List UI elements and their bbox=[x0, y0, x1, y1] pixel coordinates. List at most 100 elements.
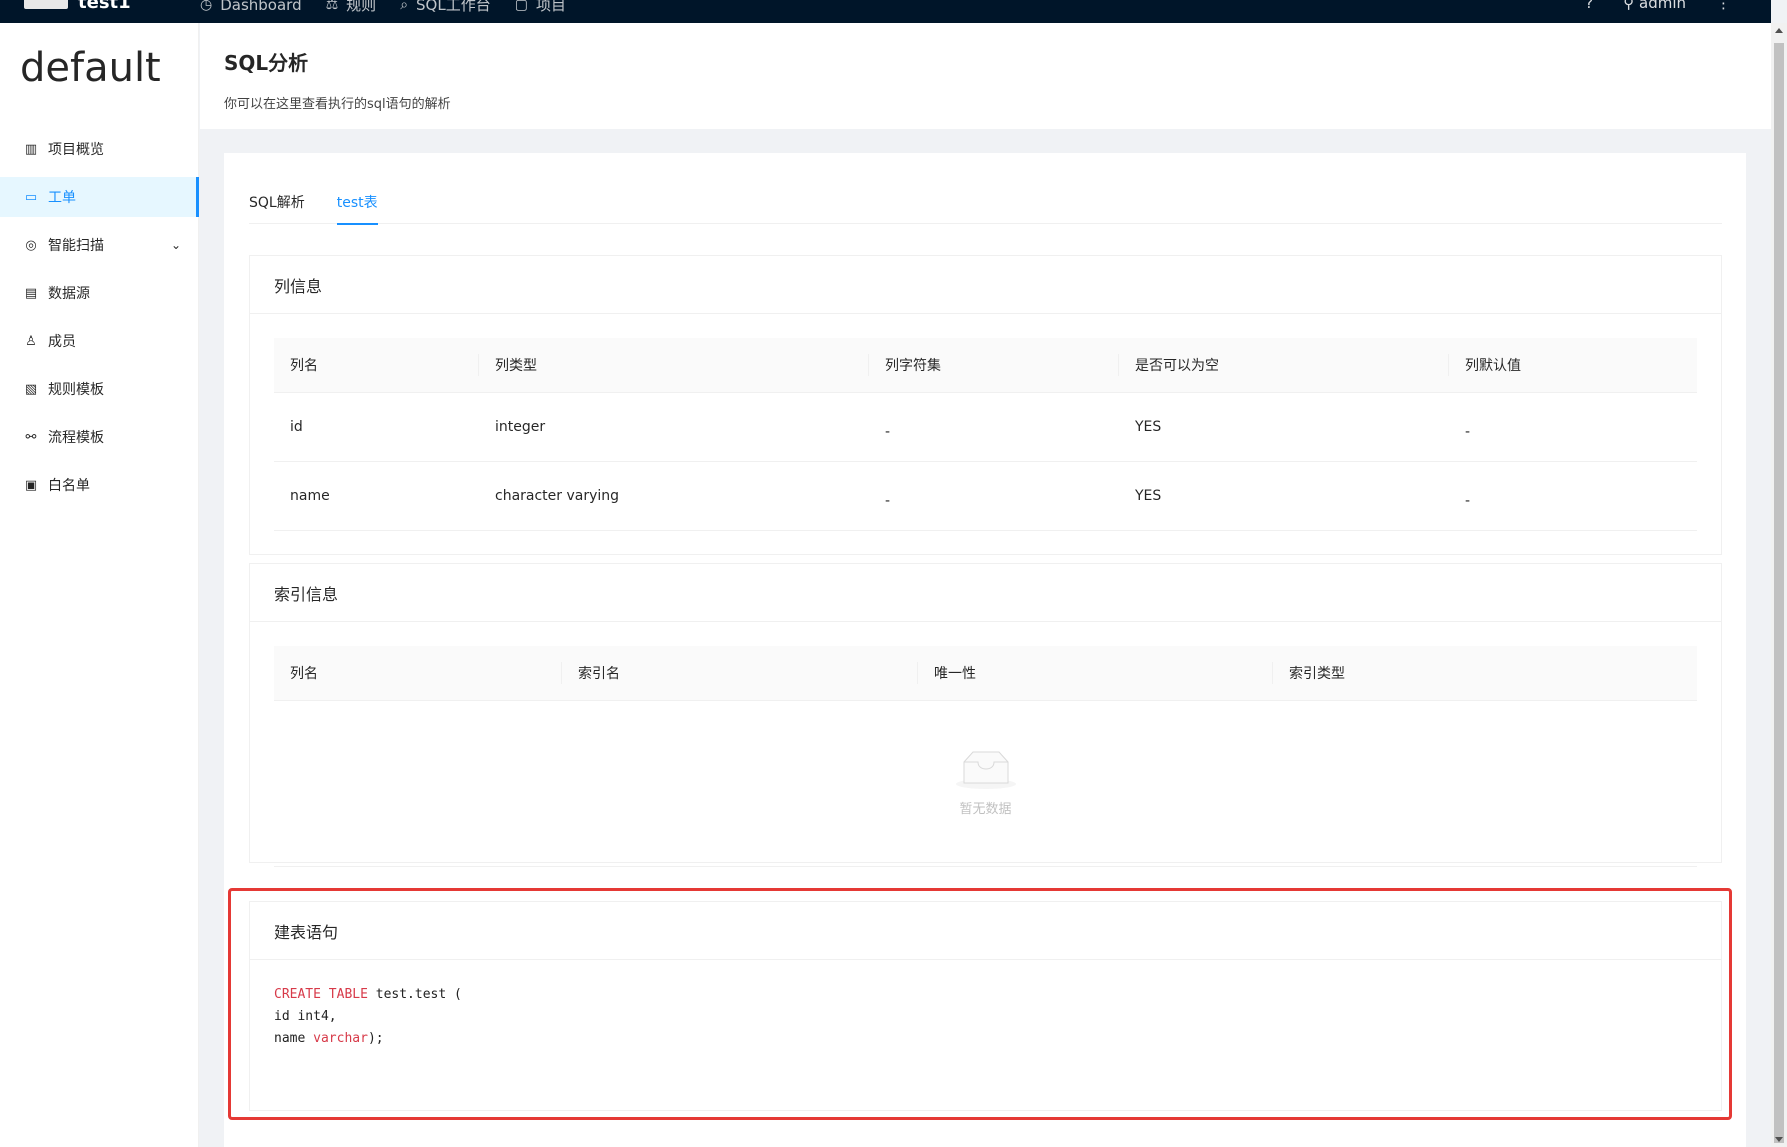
topnav-item-0[interactable]: ◷ Dashboard bbox=[200, 0, 302, 15]
topnav-item-1[interactable]: ⚖ 规则 bbox=[326, 0, 377, 15]
column-header: 列名 bbox=[274, 338, 479, 393]
table-cell: - bbox=[869, 461, 1119, 531]
index-header: 索引名 bbox=[562, 646, 918, 701]
tab-1[interactable]: test表 bbox=[336, 183, 378, 225]
empty-state: 暂无数据 bbox=[274, 701, 1697, 867]
chevron-down-icon[interactable]: ⌄ bbox=[171, 238, 181, 252]
workflow-template-icon: ⚯ bbox=[25, 429, 37, 445]
table-row: id integer - YES - bbox=[274, 392, 1697, 462]
table-cell: name bbox=[274, 461, 479, 531]
user-menu[interactable]: ⚲ admin bbox=[1623, 0, 1686, 12]
table-cell: - bbox=[1449, 392, 1697, 462]
sidebar-item-label: 流程模板 bbox=[48, 430, 104, 446]
brand[interactable]: test1 bbox=[24, 0, 131, 13]
sidebar-item-label: 智能扫描 bbox=[48, 238, 104, 254]
project-name: default bbox=[20, 45, 161, 91]
column-header: 是否可以为空 bbox=[1119, 338, 1449, 393]
more-icon[interactable]: ⋮ bbox=[1716, 0, 1731, 12]
ddl-code-block: CREATE TABLE test.test ( id int4, name var… bbox=[274, 984, 1697, 1050]
sidebar: default ▥ 项目概览 ▭ 工单 ◎ 智能扫描 ⌄ ▤ 数据源 ♙ 成员 ▧ 规则模板 ⚯ 流程模板 ▣… bbox=[0, 23, 199, 1147]
dashboard-icon: ◷ bbox=[200, 0, 213, 13]
sidebar-item-label: 成员 bbox=[48, 334, 76, 350]
column-info-title: 列信息 bbox=[250, 256, 1721, 314]
index-info-section: 索引信息 列名 索引名 唯一性 索引类型 暂无数据 bbox=[249, 563, 1722, 867]
sidebar-item-label: 工单 bbox=[48, 190, 76, 206]
column-header: 列默认值 bbox=[1449, 338, 1697, 393]
code-line: name varchar); bbox=[274, 1028, 1697, 1050]
tab-0[interactable]: SQL解析 bbox=[249, 183, 305, 224]
empty-text: 暂无数据 bbox=[959, 802, 1012, 817]
tab-bar: SQL解析 test表 bbox=[249, 183, 1722, 225]
username: admin bbox=[1639, 0, 1686, 12]
page-title: SQL分析 bbox=[224, 51, 309, 75]
page-scrollbar[interactable] bbox=[1771, 23, 1787, 1147]
table-cell: integer bbox=[479, 392, 869, 462]
sidebar-item-2[interactable]: ◎ 智能扫描 ⌄ bbox=[0, 225, 199, 265]
topnav-label: 项目 bbox=[535, 0, 566, 14]
index-header: 索引类型 bbox=[1273, 646, 1697, 701]
table-cell: YES bbox=[1119, 461, 1449, 531]
table-cell: - bbox=[1449, 461, 1697, 531]
page-header: SQL分析 你可以在这里查看执行的sql语句的解析 bbox=[200, 23, 1771, 129]
rule-template-icon: ▧ bbox=[24, 381, 38, 397]
index-info-title: 索引信息 bbox=[250, 564, 1721, 622]
table-cell: YES bbox=[1119, 392, 1449, 462]
sidebar-item-label: 白名单 bbox=[48, 478, 90, 494]
table-cell: - bbox=[869, 392, 1119, 462]
top-nav: ◷ Dashboard ⚖ 规则 ⌕ SQL工作台 ▢ 项目 bbox=[200, 0, 566, 15]
scroll-up-arrow-icon[interactable] bbox=[1775, 28, 1783, 33]
topnav-label: Dashboard bbox=[220, 0, 302, 14]
brand-name: test1 bbox=[78, 0, 131, 13]
column-info-section: 列信息 列名 列类型 列字符集 是否可以为空 列默认值 id integer - YES - na… bbox=[249, 255, 1722, 555]
sidebar-menu: ▥ 项目概览 ▭ 工单 ◎ 智能扫描 ⌄ ▤ 数据源 ♙ 成员 ▧ 规则模板 ⚯ 流程模板 ▣ 白名单 bbox=[0, 129, 199, 513]
table-row: name character varying - YES - bbox=[274, 461, 1697, 531]
code-keyword: CREATE TABLE bbox=[274, 987, 368, 1002]
sidebar-item-4[interactable]: ♙ 成员 bbox=[0, 321, 199, 361]
top-navbar: test1 ◷ Dashboard ⚖ 规则 ⌕ SQL工作台 ▢ 项目 ? ⚲ admin … bbox=[0, 0, 1771, 23]
sidebar-item-label: 规则模板 bbox=[48, 382, 104, 398]
index-info-table: 列名 索引名 唯一性 索引类型 bbox=[274, 646, 1697, 701]
ddl-section: 建表语句 CREATE TABLE test.test ( id int4, nam… bbox=[249, 901, 1722, 1111]
scroll-thumb[interactable] bbox=[1774, 43, 1784, 1143]
overview-icon: ▥ bbox=[24, 141, 38, 157]
page-subtitle: 你可以在这里查看执行的sql语句的解析 bbox=[224, 97, 451, 112]
ticket-icon: ▭ bbox=[24, 189, 38, 205]
sidebar-item-0[interactable]: ▥ 项目概览 bbox=[0, 129, 199, 169]
index-header: 唯一性 bbox=[918, 646, 1273, 701]
topnav-item-3[interactable]: ▢ 项目 bbox=[515, 0, 566, 15]
help-icon[interactable]: ? bbox=[1585, 0, 1593, 12]
topnav-label: 规则 bbox=[346, 0, 377, 14]
index-header: 列名 bbox=[274, 646, 562, 701]
code-text: ); bbox=[367, 1031, 384, 1046]
sidebar-item-3[interactable]: ▤ 数据源 bbox=[0, 273, 199, 313]
brand-logo bbox=[24, 0, 68, 9]
topnav-label: SQL工作台 bbox=[416, 0, 491, 14]
code-keyword: varchar bbox=[313, 1031, 368, 1046]
code-text: test.test ( bbox=[367, 987, 462, 1002]
topbar-right: ? ⚲ admin ⋮ bbox=[1585, 0, 1731, 12]
sidebar-item-5[interactable]: ▧ 规则模板 bbox=[0, 369, 199, 409]
rules-icon: ⚖ bbox=[325, 0, 339, 13]
sidebar-item-7[interactable]: ▣ 白名单 bbox=[0, 465, 199, 505]
sidebar-item-label: 项目概览 bbox=[48, 142, 104, 158]
code-line: CREATE TABLE test.test ( bbox=[274, 984, 1697, 1006]
code-text: id int4, bbox=[274, 1009, 337, 1024]
sql-search-icon: ⌕ bbox=[400, 0, 409, 13]
content-card: SQL解析 test表 列信息 列名 列类型 列字符集 是否可以为空 列默认值 id int… bbox=[224, 153, 1746, 1147]
empty-inbox-icon bbox=[955, 751, 1016, 789]
topnav-item-2[interactable]: ⌕ SQL工作台 bbox=[400, 0, 491, 15]
member-icon: ♙ bbox=[25, 333, 37, 349]
table-cell: id bbox=[274, 392, 479, 462]
table-cell: character varying bbox=[479, 461, 869, 531]
code-line: id int4, bbox=[274, 1006, 1697, 1028]
sidebar-item-label: 数据源 bbox=[48, 286, 90, 302]
code-text: name bbox=[274, 1031, 314, 1046]
sidebar-item-1[interactable]: ▭ 工单 bbox=[0, 177, 199, 217]
whitelist-icon: ▣ bbox=[24, 477, 38, 493]
ddl-title: 建表语句 bbox=[250, 902, 1721, 960]
sidebar-item-6[interactable]: ⚯ 流程模板 bbox=[0, 417, 199, 457]
column-header: 列字符集 bbox=[869, 338, 1119, 393]
scan-icon: ◎ bbox=[25, 237, 37, 253]
column-info-table: 列名 列类型 列字符集 是否可以为空 列默认值 id integer - YES - name ch… bbox=[274, 338, 1697, 531]
scroll-down-arrow-icon[interactable] bbox=[1775, 1137, 1783, 1142]
